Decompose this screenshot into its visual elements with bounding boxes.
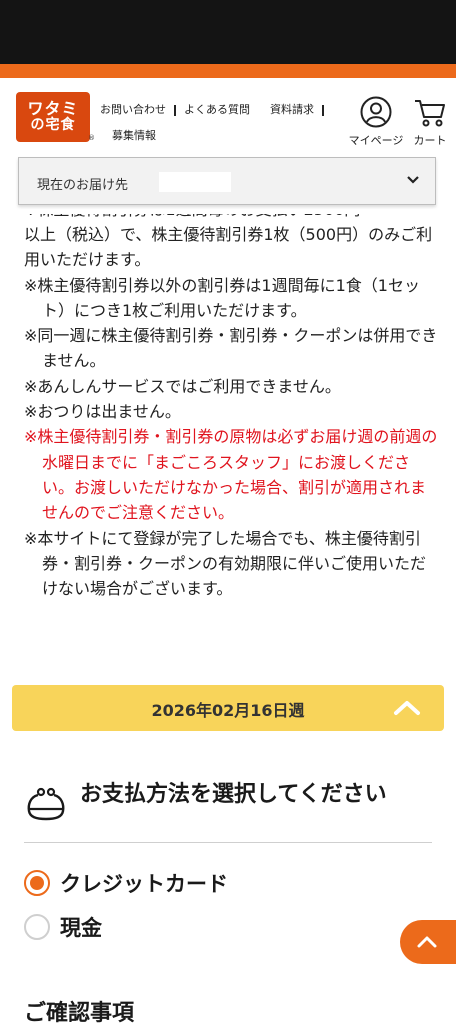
note-item-warning: ※株主優待割引券・割引券の原物は必ずお届け週の前週の水曜日までに「まごころスタッ… [24,427,438,523]
discount-notes: ※株主優待割引券は1週間毎のお支払い2500円 以上（税込）で、株主優待割引券1… [24,214,438,601]
payment-method-title: お支払方法を選択してください [80,782,387,807]
payment-option-label: 現金 [60,916,102,940]
note-item: ※本サイトにて登録が完了した場合でも、株主優待割引券・割引券・クーポンの有効期限… [24,528,427,599]
note-item: ※同一週に株主優待割引券・割引券・クーポンは併用できません。 [24,326,438,371]
mypage-button[interactable]: マイページ [346,96,406,148]
nav-faq[interactable]: よくある質問 [184,103,250,116]
section-divider [24,842,432,843]
nav-recruit[interactable]: 募集情報 [112,129,156,142]
chevron-up-icon [417,936,437,948]
note-item: 以上（税込）で、株主優待割引券1枚（500円）のみご利用いただけます。 [24,225,433,270]
address-mask [159,172,231,192]
note-item: ※株主優待割引券以外の割引券は1週間毎に1食（1セット）につき1枚ご利用いただけ… [24,275,420,320]
cart-button[interactable]: カート [410,96,450,148]
nav-divider [322,104,324,116]
week-accordion-header[interactable]: 2026年02月16日週 [12,685,444,731]
registered-mark: ® [88,134,95,142]
status-bar [0,0,456,64]
radio-unselected[interactable] [24,914,50,940]
scroll-to-top-button[interactable] [400,920,456,964]
nav-contact[interactable]: お問い合わせ [100,103,166,116]
payment-option-label: クレジットカード [60,872,228,896]
note-item: ※あんしんサービスではご利用できません。 [24,376,341,396]
logo-line-1: ワタミ [27,99,79,119]
radio-selected[interactable] [24,870,50,896]
chevron-down-icon [407,176,419,184]
mypage-label: マイページ [348,134,404,147]
payment-option-credit[interactable]: クレジットカード [24,868,228,898]
cart-label: カート [413,134,447,147]
nav-brochure[interactable]: 資料請求 [270,103,314,116]
confirmation-heading: ご確認事項 [24,1001,135,1026]
delivery-label: 現在のお届け先 [37,178,129,193]
header-nav: お問い合わせ よくある質問 資料請求 募集情報 [100,97,340,149]
chevron-up-icon [394,701,420,715]
user-icon [360,96,392,128]
week-label: 2026年02月16日週 [151,701,305,720]
nav-divider [174,104,176,116]
cart-icon [415,100,445,127]
note-partial-line: ※株主優待割引券は1週間毎のお支払い2500円 [24,214,438,222]
header-accent-line [0,64,456,78]
payment-option-cash[interactable]: 現金 [24,912,102,942]
logo-line-2: の宅食 [30,117,76,134]
note-item: ※おつりは出ません。 [24,402,181,422]
delivery-address-select[interactable]: 現在のお届け先 [18,157,436,205]
wallet-icon [27,787,65,821]
site-logo[interactable]: ワタミ の宅食 [16,92,90,142]
